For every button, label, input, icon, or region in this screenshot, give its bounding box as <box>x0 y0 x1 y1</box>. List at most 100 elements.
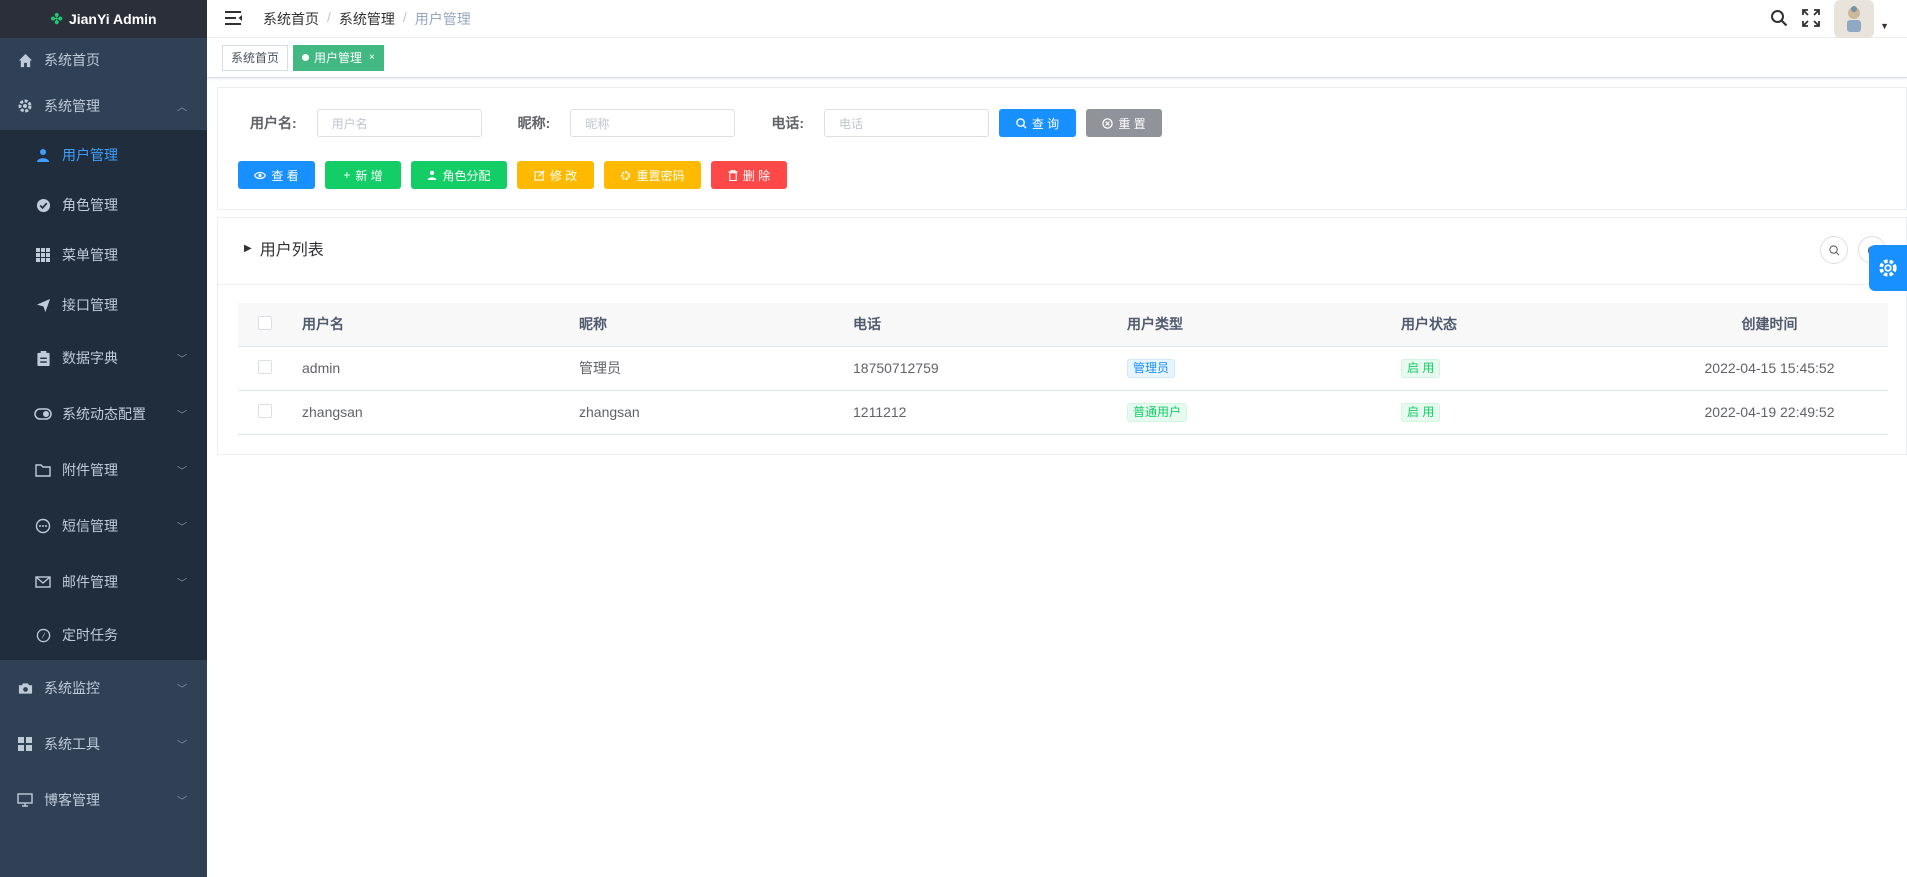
reset-password-button[interactable]: 重置密码 <box>604 161 701 189</box>
select-all-cell <box>238 303 302 347</box>
sidebar-item-home[interactable]: 系统首页 <box>0 38 207 82</box>
divider <box>218 284 1906 285</box>
navbar: 系统首页 / 系统管理 / 用户管理 ▼ <box>207 0 1907 38</box>
navbar-tools: ▼ <box>1770 0 1889 38</box>
avatar[interactable] <box>1834 0 1875 38</box>
created-time-cell: 2022-04-15 15:45:52 <box>1651 346 1888 391</box>
column-header: 用户名 <box>302 303 579 347</box>
phone-cell: 1211212 <box>853 390 1127 435</box>
breadcrumb-home[interactable]: 系统首页 <box>263 9 319 29</box>
sidebar-item-label: 短信管理 <box>62 518 118 534</box>
sidebar-item-label: 菜单管理 <box>62 247 118 263</box>
toggle-search-button[interactable] <box>1820 236 1848 264</box>
hamburger-icon[interactable] <box>225 10 243 28</box>
reset-button[interactable]: 重 置 <box>1086 109 1163 137</box>
button-label: 查 询 <box>1031 116 1060 131</box>
tag-users[interactable]: 用户管理 × <box>293 44 384 71</box>
assign-role-button[interactable]: 角色分配 <box>411 161 507 189</box>
username-input[interactable]: 用户名 <box>316 109 482 137</box>
home-icon <box>16 53 34 68</box>
chevron-down-icon: ﹀ <box>177 522 187 534</box>
grid-icon <box>34 248 52 262</box>
chevron-down-icon: ﹀ <box>177 410 187 422</box>
sidebar-item-scheduler[interactable]: 定时任务 <box>0 610 207 660</box>
user-list-panel: ▶ 用户列表 用户名 昵称 电话 用户类型 用户状态 创建时间 admin 管理… <box>217 217 1907 455</box>
settings-drawer-button[interactable] <box>1869 245 1907 291</box>
toggle-icon <box>34 408 52 420</box>
table-row[interactable]: admin 管理员 18750712759 管理员 启 用 2022-04-15… <box>238 346 1888 391</box>
edit-button[interactable]: 修 改 <box>517 161 594 189</box>
gear-icon <box>1879 259 1897 277</box>
sidebar-item-label: 博客管理 <box>44 792 100 808</box>
sidebar-item-attachments[interactable]: 附件管理 ﹀ <box>0 442 207 498</box>
query-button[interactable]: 查 询 <box>999 109 1077 137</box>
row-checkbox[interactable] <box>258 359 272 374</box>
sidebar-item-menus[interactable]: 菜单管理 <box>0 230 207 280</box>
add-button[interactable]: + 新 增 <box>325 161 401 189</box>
sidebar-item-dict[interactable]: 数据字典 ﹀ <box>0 330 207 386</box>
list-title: 用户列表 <box>259 242 324 259</box>
row-checkbox[interactable] <box>258 403 272 418</box>
system-submenu: 用户管理 角色管理 菜单管理 接口管理 数据字典 ﹀ 系统动态配置 ﹀ 附件管理… <box>0 130 207 660</box>
sidebar-item-users[interactable]: 用户管理 <box>0 130 207 180</box>
user-icon <box>428 170 437 180</box>
sidebar-item-monitor[interactable]: 系统监控 ﹀ <box>0 660 207 716</box>
table-row[interactable]: zhangsan zhangsan 1211212 普通用户 启 用 2022-… <box>238 390 1888 435</box>
mail-icon <box>34 576 52 588</box>
sidebar-item-mail[interactable]: 邮件管理 ﹀ <box>0 554 207 610</box>
sidebar-item-system[interactable]: 系统管理 ︿ <box>0 82 207 130</box>
sidebar-item-roles[interactable]: 角色管理 <box>0 180 207 230</box>
phone-input[interactable]: 电话 <box>824 109 990 137</box>
chevron-up-icon: ︿ <box>177 102 187 114</box>
app-title: JianYi Admin <box>68 11 157 27</box>
edit-icon <box>534 169 545 181</box>
gear-icon <box>621 170 631 180</box>
status-cell: 启 用 <box>1401 346 1651 391</box>
breadcrumb-separator: / <box>402 8 407 25</box>
gear-icon <box>16 98 34 114</box>
sidebar-item-label: 接口管理 <box>62 297 118 313</box>
user-type-badge: 普通用户 <box>1127 402 1188 422</box>
search-panel: 用户名: 用户名 昵称: 昵称 电话: 电话 查 询 重 置 查 看 + 新 增… <box>217 87 1907 210</box>
select-all-checkbox[interactable] <box>258 315 272 330</box>
chevron-down-icon: ﹀ <box>177 740 187 752</box>
app-logo[interactable]: ✤ JianYi Admin <box>0 0 207 38</box>
clover-logo-icon: ✤ <box>50 11 63 28</box>
sidebar-item-sms[interactable]: 短信管理 ﹀ <box>0 498 207 554</box>
close-icon[interactable]: × <box>369 46 375 70</box>
sidebar-item-label: 用户管理 <box>62 147 118 163</box>
button-label: 新 增 <box>355 168 383 183</box>
delete-button[interactable]: 删 除 <box>711 161 787 189</box>
search-icon[interactable] <box>1770 9 1788 30</box>
username-cell: admin <box>302 346 579 391</box>
tags-view: 系统首页 用户管理 × <box>207 38 1907 78</box>
sidebar-item-api[interactable]: 接口管理 <box>0 280 207 330</box>
folder-icon <box>34 463 52 477</box>
button-label: 重置密码 <box>636 168 685 183</box>
sidebar-item-dynamic-config[interactable]: 系统动态配置 ﹀ <box>0 386 207 442</box>
created-time-cell: 2022-04-19 22:49:52 <box>1651 390 1888 435</box>
sidebar-item-label: 角色管理 <box>62 197 118 213</box>
fullscreen-icon[interactable] <box>1802 8 1820 30</box>
send-icon <box>34 298 52 313</box>
button-label: 查 看 <box>271 168 299 183</box>
sidebar-item-label: 数据字典 <box>62 350 118 366</box>
tag-home[interactable]: 系统首页 <box>222 44 289 71</box>
sidebar-item-blog[interactable]: 博客管理 ﹀ <box>0 772 207 828</box>
sidebar-item-tools[interactable]: 系统工具 ﹀ <box>0 716 207 772</box>
trash-icon <box>728 169 738 181</box>
nickname-label: 昵称: <box>517 115 551 131</box>
view-button[interactable]: 查 看 <box>238 161 315 189</box>
phone-label: 电话: <box>771 115 805 131</box>
breadcrumb-system[interactable]: 系统管理 <box>339 9 395 29</box>
list-header[interactable]: ▶ 用户列表 <box>244 236 324 260</box>
phone-cell: 18750712759 <box>853 346 1127 391</box>
column-header: 创建时间 <box>1651 303 1888 347</box>
sidebar-item-label: 系统动态配置 <box>62 406 146 422</box>
status-cell: 启 用 <box>1401 390 1651 435</box>
nickname-input[interactable]: 昵称 <box>570 109 736 137</box>
clipboard-icon <box>34 350 52 366</box>
caret-down-icon[interactable]: ▼ <box>1880 21 1889 31</box>
username-label: 用户名: <box>250 115 297 131</box>
user-table: 用户名 昵称 电话 用户类型 用户状态 创建时间 admin 管理员 18750… <box>238 303 1888 435</box>
